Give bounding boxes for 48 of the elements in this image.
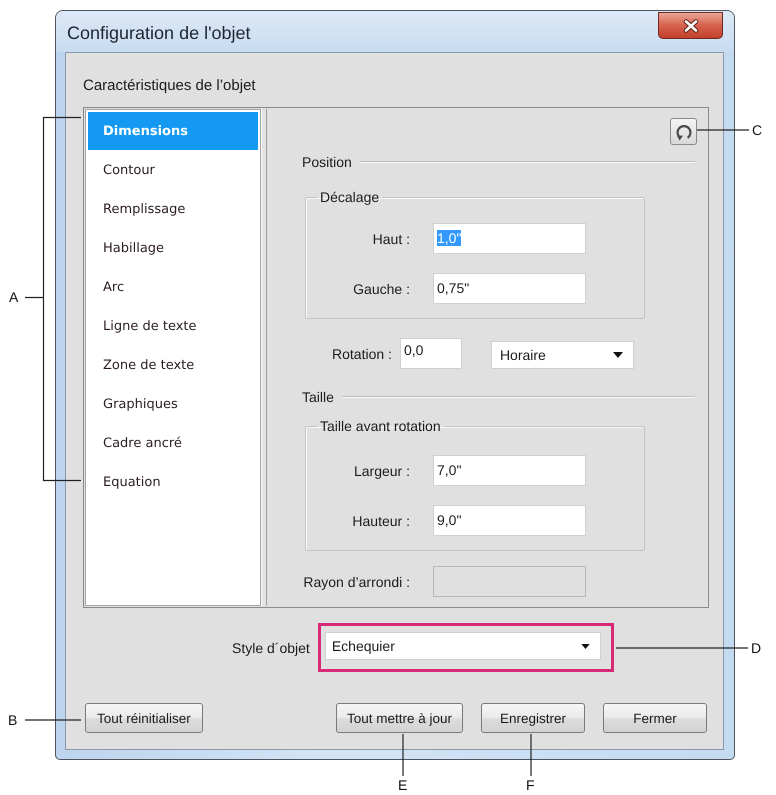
- close-button[interactable]: [658, 12, 723, 39]
- dialog-button[interactable]: Enregistrer: [481, 703, 585, 733]
- section-heading: Taille: [302, 389, 334, 405]
- callout-label: F: [526, 777, 535, 793]
- dialog-button[interactable]: Tout réinitialiser: [85, 703, 203, 733]
- window-title: Configuration de l'objet: [67, 23, 251, 43]
- category-item[interactable]: Arc: [88, 268, 258, 306]
- direction-dropdown[interactable]: Horaire: [490, 341, 634, 369]
- category-item[interactable]: Cadre ancré: [88, 424, 258, 462]
- field-label: Style d´objet: [232, 640, 310, 656]
- input-field[interactable]: 0,75": [433, 273, 586, 304]
- leader-line: [402, 734, 404, 776]
- category-item[interactable]: Contour: [88, 151, 258, 189]
- field-label: Largeur :: [352, 462, 410, 478]
- input-field[interactable]: 0,0: [400, 338, 462, 369]
- callout-label: D: [751, 640, 762, 656]
- category-item[interactable]: Habillage: [88, 229, 258, 267]
- field-label: Hauteur :: [351, 512, 410, 528]
- section-heading: Position: [302, 154, 352, 170]
- input-field[interactable]: 9,0": [433, 505, 586, 536]
- field-label: Gauche :: [352, 280, 410, 296]
- section-title: Caractéristiques de l’objet: [83, 78, 257, 94]
- close-icon: [682, 18, 698, 32]
- dialog-button[interactable]: Tout mettre à jour: [336, 703, 463, 733]
- refresh-button[interactable]: [670, 118, 697, 145]
- category-item[interactable]: Graphiques: [88, 385, 258, 423]
- category-item[interactable]: Zone de texte: [88, 346, 258, 384]
- caret-icon: [612, 352, 623, 358]
- field-label: Rotation :: [332, 346, 392, 362]
- group-legend: Décalage: [317, 189, 382, 205]
- category-item[interactable]: Remplissage: [88, 190, 258, 228]
- callout-label: A: [9, 289, 18, 305]
- callout-label: C: [752, 122, 762, 138]
- caret-icon: [580, 644, 590, 648]
- field-label: Haut :: [372, 230, 410, 246]
- callout-label: B: [8, 712, 18, 728]
- refresh-icon: [674, 122, 692, 140]
- input-field[interactable]: 7,0": [433, 455, 586, 486]
- dialog-button[interactable]: Fermer: [603, 703, 707, 733]
- field-label: Rayon d’arrondi :: [302, 574, 410, 590]
- leader-line: [25, 719, 81, 721]
- leader-line: [697, 129, 749, 131]
- object-style-dropdown[interactable]: Echequier: [324, 632, 601, 660]
- category-item[interactable]: Ligne de texte: [88, 307, 258, 345]
- leader-line: [530, 734, 532, 776]
- callout-label: E: [398, 777, 408, 793]
- category-item[interactable]: Equation: [88, 463, 258, 501]
- group-legend: Taille avant rotation: [317, 418, 444, 434]
